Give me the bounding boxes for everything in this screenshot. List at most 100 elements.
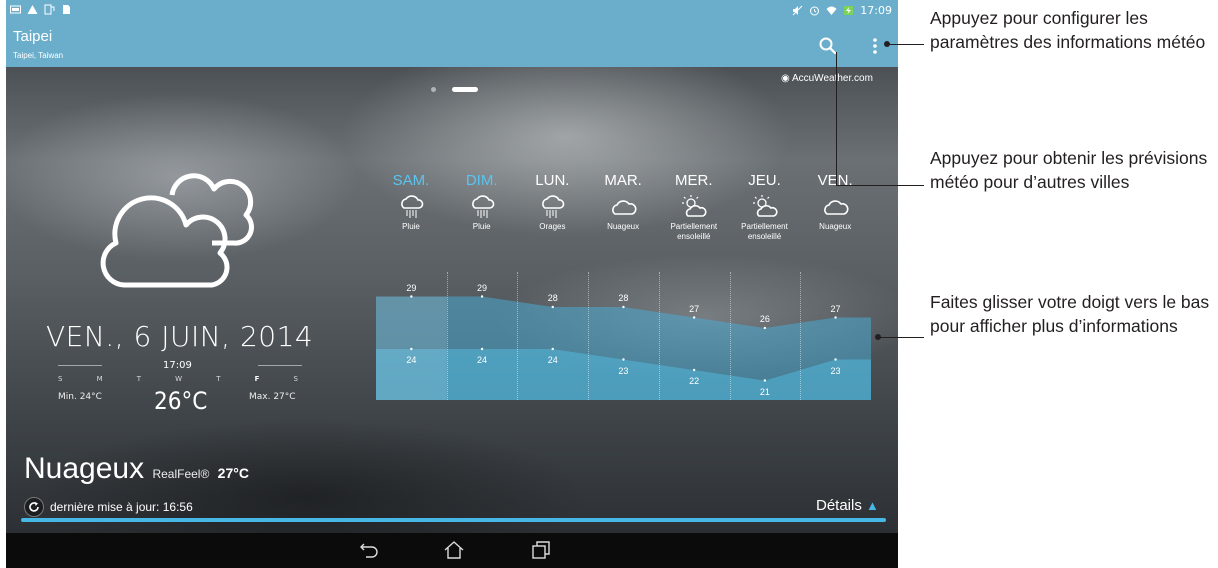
back-icon[interactable]	[358, 540, 380, 560]
low-temp-label: 24	[547, 355, 558, 365]
city-name[interactable]: Taipei	[13, 28, 52, 45]
weekday-letter: T	[136, 375, 142, 383]
accuweather-logo[interactable]: ◉ AccuWeather.com	[781, 73, 873, 84]
divider	[58, 365, 102, 366]
forecast-divider	[588, 272, 590, 400]
forecast-day-label: MER.	[675, 172, 713, 189]
tablet-screen: 17:09 Taipei Taipei, Taiwan ◉ AccuWeathe…	[6, 0, 898, 568]
notification-icons	[10, 4, 72, 15]
details-button[interactable]: Détails ▲	[816, 497, 879, 514]
cloud-icon	[824, 200, 849, 215]
callout-line	[880, 337, 924, 338]
condition-text: Nuageux	[24, 452, 145, 485]
forecast-condition: Pluie	[402, 222, 420, 231]
forecast-condition: Partiellement ensoleillé	[670, 222, 718, 241]
realfeel-value: 27°C	[217, 465, 249, 481]
forecast-day[interactable]: MER. Partiellement ensoleillé	[659, 172, 729, 400]
details-handle-bar[interactable]	[21, 518, 886, 522]
download-notification-icon	[44, 4, 55, 15]
low-temp-label: 24	[477, 355, 488, 365]
forecast-divider	[729, 272, 731, 400]
high-temp-label: 27	[689, 303, 700, 314]
forecast-divider	[517, 272, 519, 400]
forecast-day-label: DIM.	[465, 172, 498, 189]
cloud-icon	[612, 200, 637, 215]
low-temp-label: 22	[689, 376, 700, 386]
city-subtitle: Taipei, Taiwan	[13, 51, 64, 60]
refresh-icon[interactable]	[24, 497, 44, 517]
high-temp-label: 28	[618, 293, 629, 303]
forecast-day[interactable]: LUN. Orages	[517, 172, 587, 400]
rain-icon	[401, 195, 424, 218]
forecast-condition: Nuageux	[819, 222, 852, 231]
system-icons: 17:09	[792, 4, 892, 17]
forecast-day-label: LUN.	[535, 172, 570, 189]
callout-swipe: Faites glisser votre doigt vers le bas p…	[930, 292, 1210, 336]
low-temp-label: 21	[759, 386, 770, 397]
divider	[258, 365, 302, 366]
min-temp: Min. 24°C	[58, 392, 102, 402]
weekday-letter: T	[216, 375, 221, 383]
high-temp-label: 28	[547, 293, 558, 303]
weekday-letter: W	[175, 375, 183, 383]
current-time: 17:09	[163, 360, 192, 371]
page-dot[interactable]	[431, 87, 436, 92]
accuweather-label: AccuWeather.com	[791, 73, 873, 84]
callout-cities: Appuyez pour obtenir les prévisions mété…	[930, 148, 1208, 192]
forecast-panel[interactable]: SAM. Pluie 29 24 DIM. Pluie 29 24 LUN. Orages 28 24…	[376, 172, 871, 400]
max-temp: Max. 27°C	[249, 392, 296, 402]
weekday-letter: M	[96, 375, 103, 383]
cloud-icon	[100, 173, 254, 288]
status-bar: 17:09	[6, 0, 898, 24]
warning-notification-icon	[27, 5, 38, 14]
forecast-day-label: JEU.	[748, 172, 781, 189]
low-temp-label: 23	[830, 365, 841, 376]
navigation-bar	[6, 533, 898, 568]
page-dot-active[interactable]	[452, 87, 478, 92]
current-date: VEN., 6 JUIN, 2014	[46, 320, 314, 353]
low-temp-label: 23	[618, 365, 629, 376]
storm-icon	[542, 195, 565, 218]
battery-charging-icon	[844, 6, 854, 15]
weekday-letter: F	[254, 375, 260, 383]
details-label: Détails	[816, 497, 862, 514]
last-update-row: dernière mise à jour: 16:56	[24, 497, 193, 517]
status-time: 17:09	[860, 4, 892, 17]
last-update-text: dernière mise à jour: 16:56	[50, 500, 193, 514]
mute-icon	[792, 5, 803, 16]
forecast-divider	[446, 272, 448, 400]
high-temp-label: 29	[406, 282, 417, 293]
weekday-row: SMTWTFS	[58, 375, 298, 383]
current-condition: Nuageux RealFeel® 27°C	[24, 452, 249, 486]
gallery-notification-icon	[10, 5, 21, 14]
search-icon[interactable]	[818, 36, 838, 56]
forecast-day-label: MAR.	[604, 172, 642, 189]
rain-icon	[471, 195, 494, 218]
partly-sunny-icon	[752, 195, 778, 217]
callout-settings: Appuyez pour configurer les paramètres d…	[930, 8, 1206, 52]
forecast-condition: Pluie	[472, 222, 491, 231]
partly-sunny-icon	[681, 195, 707, 217]
realfeel-label: RealFeel®	[152, 467, 210, 481]
high-temp-label: 29	[477, 282, 488, 293]
overflow-menu-icon[interactable]	[870, 36, 880, 56]
callout-line	[836, 185, 924, 186]
forecast-condition: Orages	[539, 222, 566, 231]
home-icon[interactable]	[443, 540, 465, 560]
low-temp-label: 24	[406, 355, 417, 365]
high-temp-label: 26	[759, 314, 770, 324]
recent-apps-icon[interactable]	[530, 540, 552, 560]
high-temp-label: 27	[830, 303, 841, 314]
forecast-divider	[800, 272, 802, 400]
alarm-icon	[810, 6, 820, 16]
weekday-letter: S	[58, 375, 63, 383]
forecast-divider	[658, 272, 660, 400]
callout-line	[836, 52, 837, 185]
callout-line	[888, 44, 924, 45]
forecast-day-label: SAM.	[392, 172, 430, 189]
expand-up-icon: ▲	[866, 498, 879, 513]
forecast-day[interactable]: JEU. Partiellement ensoleillé	[730, 172, 800, 400]
weekday-letter: S	[293, 375, 298, 383]
forecast-condition: Nuageux	[607, 222, 640, 231]
action-bar: Taipei Taipei, Taiwan	[6, 24, 898, 67]
